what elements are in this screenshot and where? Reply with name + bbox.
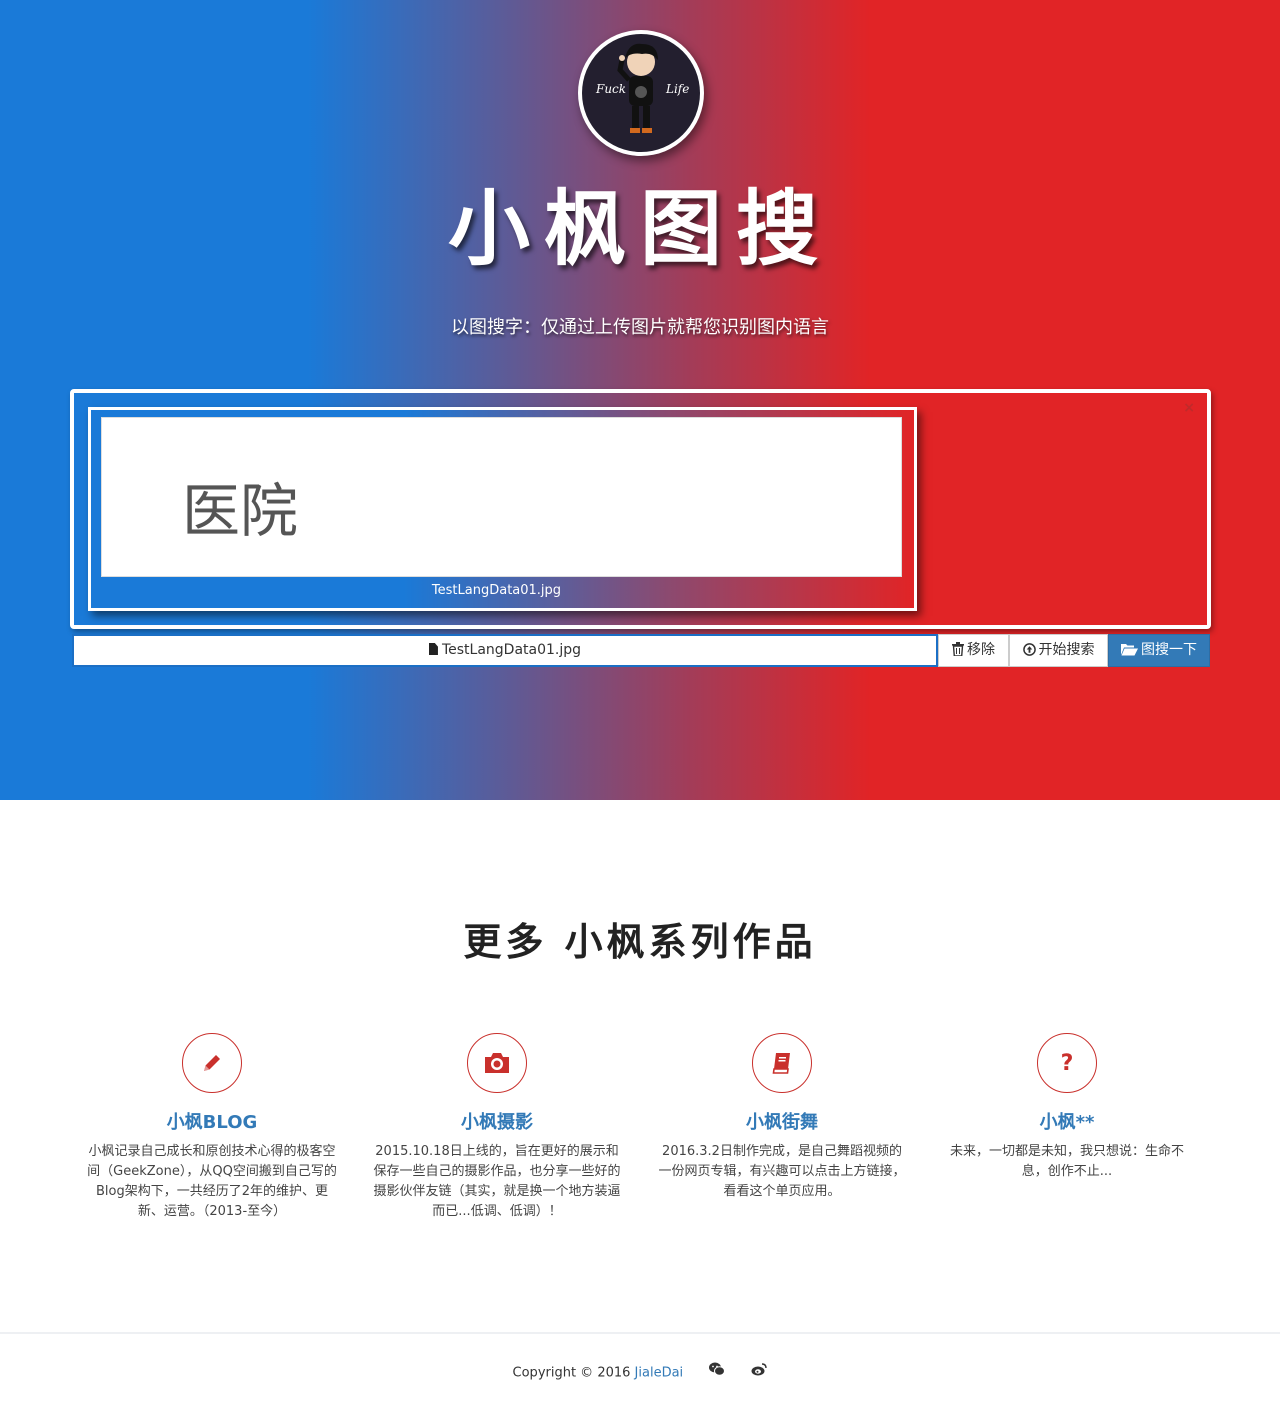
- file-caption-field[interactable]: TestLangData01.jpg: [72, 634, 938, 667]
- feature-title[interactable]: 小枫街舞: [650, 1111, 914, 1135]
- hero-banner: Fuck Life 小枫图搜 以图搜字：仅通过上传图片就帮您识别图内语言 × 医…: [0, 0, 1280, 800]
- file-caption-text: TestLangData01.jpg: [441, 642, 582, 658]
- folder-open-icon: [1121, 644, 1138, 656]
- file-icon: [428, 643, 438, 655]
- start-search-label: 开始搜索: [1038, 642, 1095, 658]
- avatar: Fuck Life: [578, 30, 704, 156]
- remove-label: 移除: [967, 642, 995, 658]
- avatar-text-right: Life: [666, 82, 690, 96]
- section-title: 更多 小枫系列作品: [463, 920, 817, 964]
- upload-circle-icon: [1022, 643, 1036, 656]
- start-search-button[interactable]: 开始搜索: [1009, 634, 1108, 667]
- site-title: 小枫图搜: [447, 182, 832, 277]
- feature-title[interactable]: 小枫BLOG: [80, 1111, 344, 1135]
- preview-caption: TestLangData01.jpg: [431, 583, 562, 598]
- book-icon[interactable]: [752, 1033, 812, 1093]
- footer-divider: [0, 1332, 1280, 1334]
- feature-desc: 未来，一切都是未知，我只想说：生命不息，创作不止...: [949, 1144, 1184, 1179]
- pencil-icon[interactable]: [182, 1033, 242, 1093]
- upload-dropzone[interactable]: × 医院 TestLangData01.jpg: [70, 389, 1211, 629]
- question-icon[interactable]: ?: [1037, 1033, 1097, 1093]
- file-preview: 医院 TestLangData01.jpg: [88, 407, 917, 611]
- feature-desc: 2016.3.2日制作完成，是自己舞蹈视频的一份网页专辑，有兴趣可以点击上方链接…: [658, 1144, 906, 1199]
- feature-unknown: ? 小枫** 未来，一切都是未知，我只想说：生命不息，创作不止...: [935, 1033, 1199, 1182]
- avatar-image: Fuck Life: [582, 34, 700, 152]
- image-search-label: 图搜一下: [1141, 642, 1197, 658]
- feature-desc: 小枫记录自己成长和原创技术心得的极客空间（GeekZone），从QQ空间搬到自己…: [87, 1144, 337, 1219]
- site-subtitle: 以图搜字：仅通过上传图片就帮您识别图内语言: [451, 317, 829, 338]
- feature-title[interactable]: 小枫摄影: [365, 1111, 629, 1135]
- trash-icon: [952, 642, 964, 656]
- remove-button[interactable]: 移除: [938, 634, 1009, 667]
- camera-icon[interactable]: [467, 1033, 527, 1093]
- feature-dance: 小枫街舞 2016.3.2日制作完成，是自己舞蹈视频的一份网页专辑，有兴趣可以点…: [650, 1033, 914, 1202]
- close-icon[interactable]: ×: [1183, 401, 1195, 415]
- file-input-group: TestLangData01.jpg 移除 开始搜索 图搜一下: [72, 634, 1210, 667]
- wechat-icon[interactable]: [709, 1362, 726, 1384]
- feature-photo: 小枫摄影 2015.10.18日上线的，旨在更好的展示和保存一些自己的摄影作品，…: [365, 1033, 629, 1222]
- copyright-text: Copyright © 2016: [512, 1365, 631, 1381]
- author-link[interactable]: JialeDai: [635, 1366, 684, 1381]
- preview-image: 医院: [101, 417, 902, 577]
- feature-blog: 小枫BLOG 小枫记录自己成长和原创技术心得的极客空间（GeekZone），从Q…: [80, 1033, 344, 1222]
- avatar-text-left: Fuck: [596, 82, 627, 96]
- preview-image-text: 医院: [182, 477, 299, 545]
- weibo-icon[interactable]: [751, 1362, 768, 1384]
- image-search-button[interactable]: 图搜一下: [1108, 634, 1210, 667]
- footer: Copyright © 2016 JialeDai: [0, 1362, 1280, 1385]
- feature-desc: 2015.10.18日上线的，旨在更好的展示和保存一些自己的摄影作品，也分享一些…: [373, 1144, 621, 1219]
- feature-title[interactable]: 小枫**: [935, 1111, 1199, 1135]
